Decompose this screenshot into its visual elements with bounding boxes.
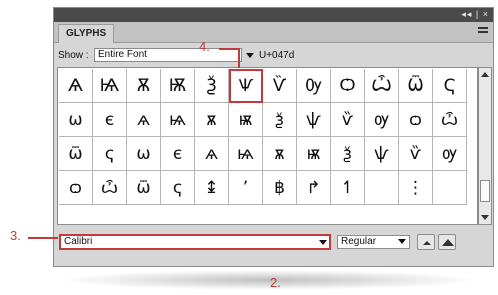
glyph-cell[interactable]: ѯ bbox=[331, 137, 365, 171]
callout-4-line bbox=[219, 48, 239, 50]
glyph-cell[interactable]: ѹ bbox=[365, 103, 399, 137]
window-controls[interactable]: ◂◂ | × bbox=[461, 9, 489, 20]
font-style-value: Regular bbox=[341, 236, 377, 247]
glyph-cell[interactable]: ѻ bbox=[59, 171, 93, 205]
large-triangle-icon bbox=[442, 239, 454, 246]
glyph-cell[interactable]: ѩ bbox=[161, 103, 195, 137]
scroll-down-icon[interactable] bbox=[481, 215, 489, 220]
glyph-cell[interactable]: ѿ bbox=[127, 171, 161, 205]
glyph-cell[interactable]: є bbox=[161, 137, 195, 171]
glyph-cell[interactable]: ҁ bbox=[161, 171, 195, 205]
glyph-cell[interactable]: Ѿ bbox=[399, 69, 433, 103]
glyph-cell[interactable]: ѭ bbox=[229, 103, 263, 137]
callout-2: 2. bbox=[270, 275, 281, 290]
glyph-cell[interactable]: ⋮ bbox=[399, 171, 433, 205]
unicode-readout: U+047d bbox=[259, 50, 295, 61]
glyph-cell[interactable]: ѷ bbox=[399, 137, 433, 171]
glyph-cell[interactable]: ѻ bbox=[399, 103, 433, 137]
glyph-grid-scrollbar[interactable] bbox=[478, 67, 492, 225]
glyph-cell[interactable]: ѱ bbox=[297, 103, 331, 137]
show-dropdown-value: Entire Font bbox=[98, 49, 147, 60]
glyph-cell[interactable]: є bbox=[93, 103, 127, 137]
chevron-down-icon[interactable] bbox=[319, 240, 327, 245]
small-triangle-icon bbox=[423, 241, 431, 245]
glyph-cell[interactable]: Ҁ bbox=[433, 69, 467, 103]
glyph-cell[interactable]: ѱ bbox=[365, 137, 399, 171]
glyph-cell[interactable]: ѭ bbox=[297, 137, 331, 171]
glyph-cell[interactable]: ↨ bbox=[195, 171, 229, 205]
callout-4: 4. bbox=[199, 39, 210, 54]
callout-3: 3. bbox=[10, 228, 21, 243]
chevron-down-icon[interactable] bbox=[398, 239, 406, 244]
glyph-cell[interactable] bbox=[365, 171, 399, 205]
glyph-cell[interactable]: Ѧ bbox=[59, 69, 93, 103]
glyph-cell[interactable]: Ѷ bbox=[263, 69, 297, 103]
chevron-down-icon[interactable] bbox=[246, 53, 254, 58]
zoom-in-button[interactable] bbox=[438, 234, 456, 250]
show-dropdown[interactable]: Entire Font bbox=[94, 48, 242, 62]
callout-3-line bbox=[28, 237, 58, 239]
glyph-cell[interactable]: ѫ bbox=[263, 137, 297, 171]
font-style-dropdown[interactable]: Regular bbox=[337, 235, 410, 249]
glyph-cell[interactable]: ↱ bbox=[297, 171, 331, 205]
panel-tabs: GLYPHS bbox=[54, 22, 493, 43]
scroll-up-icon[interactable] bbox=[481, 72, 489, 77]
glyph-cell[interactable]: ѯ bbox=[263, 103, 297, 137]
glyph-cell[interactable]: ѷ bbox=[331, 103, 365, 137]
show-row: Show : Entire Font U+047d bbox=[54, 46, 493, 64]
scroll-thumb[interactable] bbox=[480, 180, 490, 202]
font-family-value: Calibri bbox=[64, 236, 93, 247]
glyph-cell[interactable]: ѩ bbox=[229, 137, 263, 171]
panel-menu-icon[interactable] bbox=[478, 27, 488, 37]
glyph-cell[interactable]: ѧ bbox=[195, 137, 229, 171]
glyph-cell[interactable]: Ѱ bbox=[229, 69, 263, 103]
glyph-cell[interactable]: ѧ bbox=[127, 103, 161, 137]
zoom-out-button[interactable] bbox=[417, 234, 435, 250]
panel-shadow bbox=[60, 270, 478, 290]
glyph-cell[interactable]: Ѽ bbox=[365, 69, 399, 103]
glyph-cell[interactable]: Ѹ bbox=[297, 69, 331, 103]
show-label: Show : bbox=[58, 50, 89, 61]
callout-4-line-vertical bbox=[238, 48, 240, 68]
font-row: Calibri Regular bbox=[54, 229, 493, 253]
glyph-cell[interactable]: ѿ bbox=[59, 137, 93, 171]
font-family-dropdown[interactable]: Calibri bbox=[59, 234, 331, 250]
glyph-cell[interactable]: Ѫ bbox=[127, 69, 161, 103]
glyph-cell[interactable]: ѫ bbox=[195, 103, 229, 137]
panel-title-bar: ◂◂ | × bbox=[54, 8, 493, 22]
glyph-cell[interactable]: Ѻ bbox=[331, 69, 365, 103]
glyph-cell[interactable]: ѡ bbox=[127, 137, 161, 171]
glyph-cell[interactable] bbox=[433, 171, 467, 205]
glyph-cell[interactable]: ѽ bbox=[93, 171, 127, 205]
glyph-grid: ѦѨѪѬѮѰѶѸѺѼѾҀѡєѧѩѫѭѯѱѷѹѻѽѿҁѡєѧѩѫѭѯѱѷѹѻѽѿҁ… bbox=[57, 67, 478, 225]
tab-glyphs[interactable]: GLYPHS bbox=[58, 24, 115, 43]
glyph-cell[interactable]: ʼ bbox=[229, 171, 263, 205]
glyph-cell[interactable]: ѽ bbox=[433, 103, 467, 137]
glyph-cell[interactable]: Ѯ bbox=[195, 69, 229, 103]
glyph-cell[interactable]: ҁ bbox=[93, 137, 127, 171]
glyph-cell[interactable]: ↿ bbox=[331, 171, 365, 205]
glyphs-panel: ◂◂ | × GLYPHS Show : Entire Font U+047d … bbox=[53, 7, 494, 267]
glyph-cell[interactable]: ѹ bbox=[433, 137, 467, 171]
glyph-cell[interactable]: Ѭ bbox=[161, 69, 195, 103]
glyph-cell[interactable]: ฿ bbox=[263, 171, 297, 205]
glyph-cell[interactable]: Ѩ bbox=[93, 69, 127, 103]
glyph-cell[interactable]: ѡ bbox=[59, 103, 93, 137]
